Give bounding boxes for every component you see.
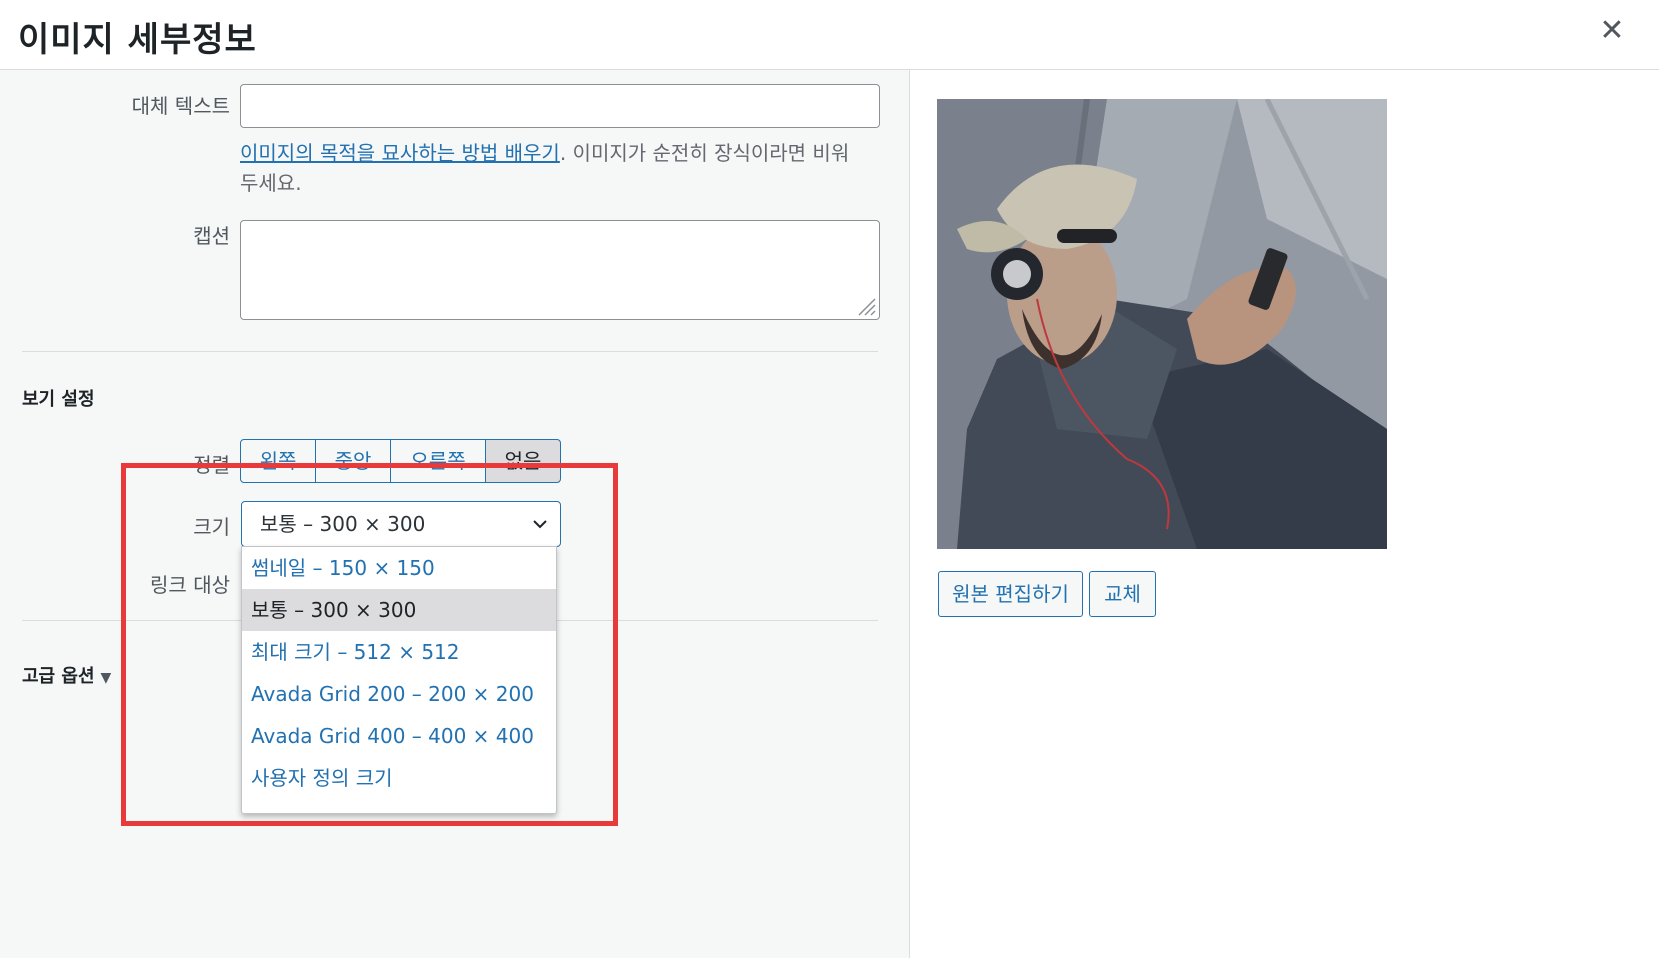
preview-panel: 원본 편집하기 교체 (910, 70, 1659, 958)
size-option[interactable]: 최대 크기 – 512 × 512 (242, 631, 556, 673)
settings-panel: 대체 텍스트 이미지의 목적을 묘사하는 방법 배우기. 이미지가 순전히 장식… (0, 70, 910, 958)
size-label: 크기 (193, 515, 230, 539)
align-center-button[interactable]: 중앙 (315, 439, 391, 483)
alt-text-help-text-2: 두세요. (240, 171, 302, 195)
size-option[interactable]: Avada Grid 400 – 400 × 400 (242, 715, 556, 757)
size-option[interactable]: 썸네일 – 150 × 150 (242, 547, 556, 589)
align-right-button[interactable]: 오른쪽 (390, 439, 486, 483)
align-none-button[interactable]: 없음 (485, 439, 561, 483)
alt-text-input[interactable] (240, 84, 880, 128)
advanced-options-label: 고급 옵션 (22, 666, 95, 687)
replace-button[interactable]: 교체 (1089, 571, 1156, 617)
alt-text-help-text: . 이미지가 순전히 장식이라면 비워 (559, 141, 850, 165)
align-label: 정렬 (193, 453, 230, 477)
size-option[interactable]: 사용자 정의 크기 (242, 757, 556, 799)
size-dropdown-list: 썸네일 – 150 × 150 보통 – 300 × 300 최대 크기 – 5… (241, 546, 557, 814)
align-button-group: 왼쪽 중앙 오른쪽 없음 (240, 439, 561, 483)
triangle-down-icon: ▼ (100, 670, 112, 686)
close-icon[interactable]: ✕ (1597, 16, 1627, 46)
alt-text-label: 대체 텍스트 (131, 94, 230, 118)
modal-title: 이미지 세부정보 (18, 20, 257, 60)
advanced-options-toggle[interactable]: 고급 옵션 ▼ (22, 662, 111, 688)
link-to-label: 링크 대상 (150, 573, 230, 597)
alt-text-help: 이미지의 목적을 묘사하는 방법 배우기. 이미지가 순전히 장식이라면 비워 … (240, 138, 880, 198)
attachment-image (937, 99, 1387, 549)
display-settings-title: 보기 설정 (22, 389, 95, 410)
align-left-button[interactable]: 왼쪽 (240, 439, 316, 483)
caption-label: 캡션 (193, 224, 230, 248)
size-select-value: 보통 – 300 × 300 (260, 512, 426, 536)
size-select[interactable]: 보통 – 300 × 300 (241, 501, 561, 547)
divider (22, 351, 878, 352)
size-option[interactable]: Avada Grid 200 – 200 × 200 (242, 673, 556, 715)
edit-original-button[interactable]: 원본 편집하기 (938, 571, 1083, 617)
alt-text-help-link[interactable]: 이미지의 목적을 묘사하는 방법 배우기 (240, 141, 560, 165)
caption-textarea[interactable] (240, 220, 880, 320)
resize-handle-icon[interactable] (855, 295, 877, 317)
chevron-down-icon (533, 520, 547, 529)
modal-header: 이미지 세부정보 ✕ (0, 0, 1659, 70)
size-option[interactable]: 보통 – 300 × 300 (242, 589, 556, 631)
